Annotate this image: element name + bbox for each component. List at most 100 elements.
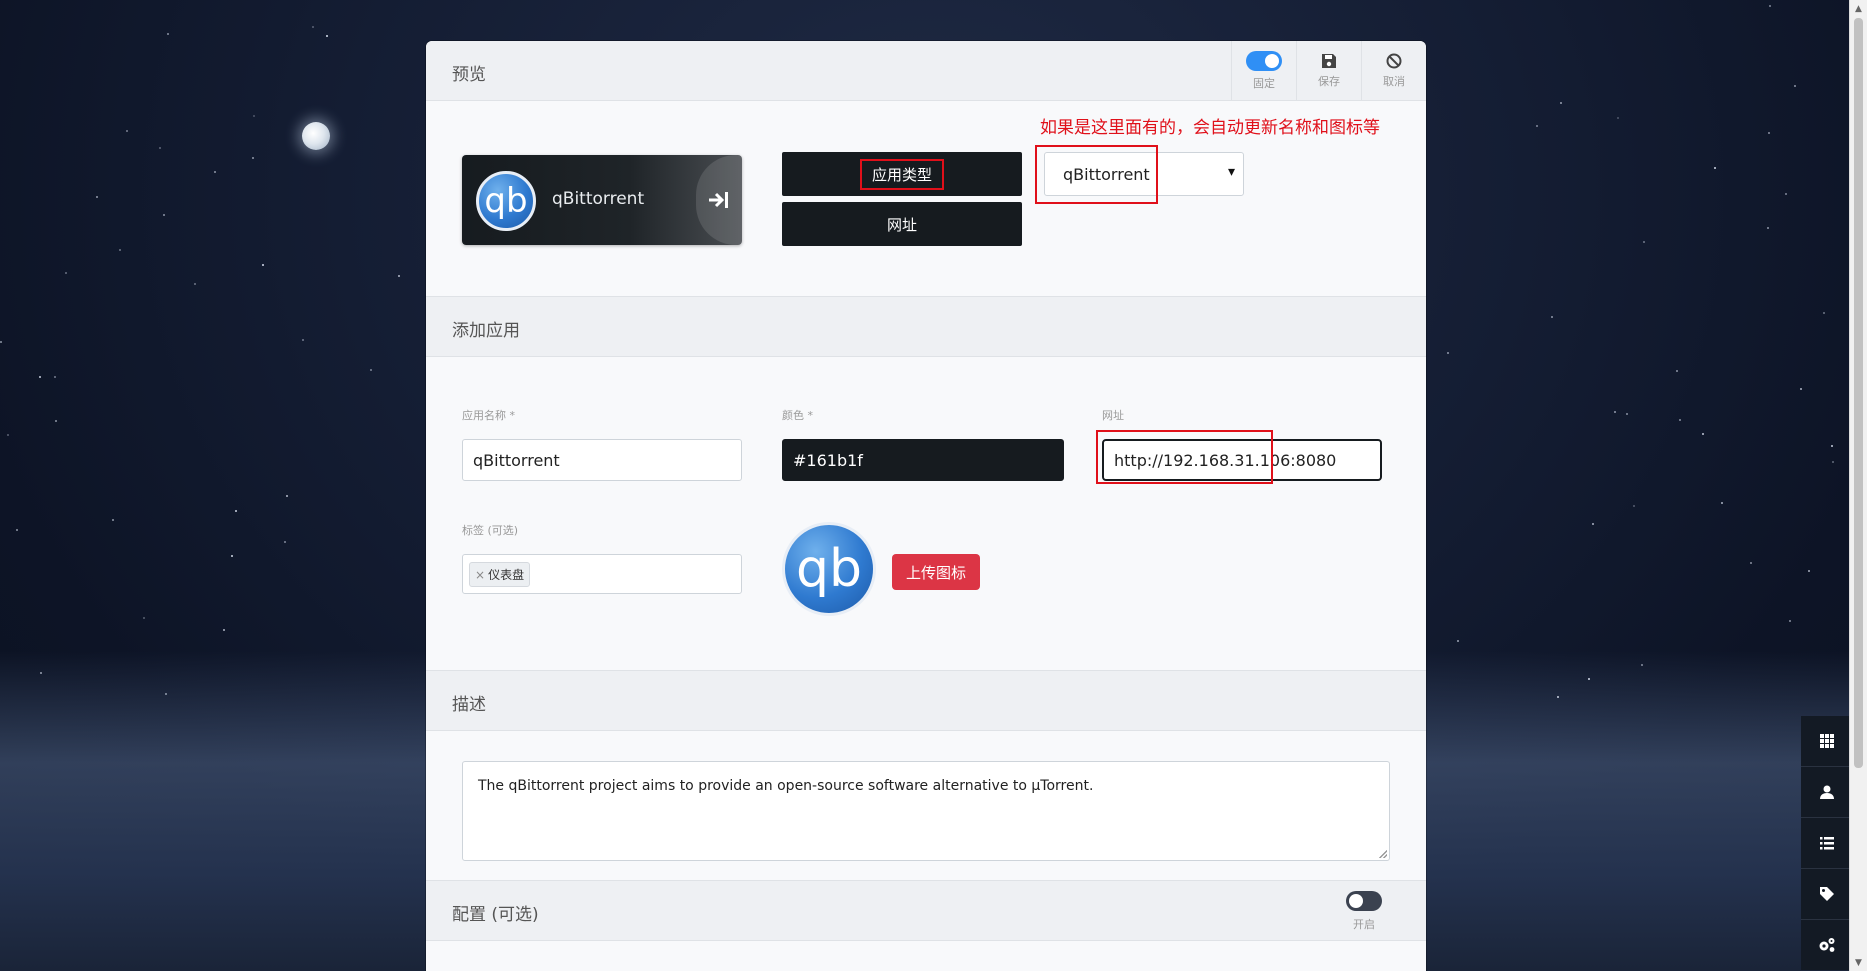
config-toggle[interactable]: 开启 xyxy=(1346,891,1382,932)
star-dot xyxy=(1625,412,1628,415)
config-title: 配置 (可选) xyxy=(452,905,539,925)
star-dot xyxy=(301,339,304,342)
star-dot xyxy=(1632,505,1635,508)
star-dot xyxy=(1808,570,1811,573)
star-dot xyxy=(285,494,288,497)
url-button[interactable]: 网址 xyxy=(782,202,1022,246)
star-dot xyxy=(1551,315,1554,318)
add-app-title: 添加应用 xyxy=(452,321,520,341)
cancel-button[interactable]: 取消 xyxy=(1361,41,1426,100)
star-dot xyxy=(1617,117,1620,119)
star-dot xyxy=(1769,4,1772,7)
star-dot xyxy=(1767,227,1770,230)
star-dot xyxy=(39,671,42,674)
star-dot xyxy=(1823,311,1826,314)
chevron-down-icon: ▾ xyxy=(1227,164,1235,180)
star-dot xyxy=(1831,444,1834,447)
star-dot xyxy=(0,341,3,344)
star-dot xyxy=(1447,351,1450,354)
star-dot xyxy=(1789,620,1792,623)
app-name-input[interactable]: qBittorrent xyxy=(462,439,742,481)
page-scrollbar[interactable]: ▲ ▼ xyxy=(1849,0,1867,971)
star-dot xyxy=(1721,501,1723,504)
resize-handle-icon[interactable] xyxy=(1379,850,1387,858)
side-menu-settings[interactable] xyxy=(1801,920,1852,970)
cancel-label: 取消 xyxy=(1383,74,1405,88)
app-preview-name: qBittorrent xyxy=(552,189,645,209)
annotation-box-select xyxy=(1035,145,1158,204)
pin-toggle-icon[interactable] xyxy=(1246,50,1282,71)
tags-input[interactable]: × 仪表盘 xyxy=(462,554,742,594)
preview-title: 预览 xyxy=(452,65,486,85)
description-text: The qBittorrent project aims to provide … xyxy=(478,778,1094,794)
save-label: 保存 xyxy=(1318,74,1340,88)
star-dot xyxy=(65,272,68,275)
config-toggle-icon[interactable] xyxy=(1346,891,1382,911)
app-icon-preview: qb xyxy=(782,522,876,616)
star-dot xyxy=(1832,461,1835,464)
star-dot xyxy=(398,275,401,278)
grid-icon xyxy=(1819,734,1834,748)
star-dot xyxy=(96,195,99,198)
moon-decoration xyxy=(302,122,330,150)
star-dot xyxy=(6,433,9,436)
star-dot xyxy=(15,529,18,532)
star-dot xyxy=(54,420,57,423)
app-type-button[interactable]: 应用类型 xyxy=(782,152,1022,196)
star-dot xyxy=(193,283,196,286)
config-header: 配置 (可选) 开启 xyxy=(426,880,1426,941)
tag-chip[interactable]: × 仪表盘 xyxy=(469,562,531,587)
scroll-up-icon[interactable]: ▲ xyxy=(1850,0,1867,17)
side-menu xyxy=(1801,716,1852,970)
config-toggle-label: 开启 xyxy=(1353,918,1375,931)
star-dot xyxy=(38,375,41,378)
star-dot xyxy=(166,33,169,36)
star-dot xyxy=(1799,388,1802,391)
description-textarea[interactable]: The qBittorrent project aims to provide … xyxy=(462,761,1390,861)
remove-tag-icon[interactable]: × xyxy=(475,568,485,582)
open-app-icon[interactable] xyxy=(696,155,742,245)
star-dot xyxy=(252,115,255,118)
color-input[interactable]: #161b1f xyxy=(782,439,1064,481)
star-dot xyxy=(222,629,225,632)
upload-icon-button[interactable]: 上传图标 xyxy=(892,554,980,590)
add-app-header: 添加应用 xyxy=(426,296,1426,357)
star-dot xyxy=(112,519,115,522)
star-dot xyxy=(325,35,328,38)
side-menu-apps[interactable] xyxy=(1801,716,1852,767)
preview-header: 预览 固定 保存 取消 xyxy=(426,41,1426,101)
page: { "preview": { "title": "预览", "pin_label… xyxy=(0,0,1867,971)
star-dot xyxy=(126,130,129,133)
save-icon xyxy=(1322,53,1336,68)
star-dot xyxy=(53,375,56,378)
arrow-right-to-bracket-icon xyxy=(709,192,728,208)
star-dot xyxy=(142,616,145,619)
tags-label: 标签 (可选) xyxy=(462,524,519,537)
scroll-down-icon[interactable]: ▼ xyxy=(1850,954,1867,971)
star-dot xyxy=(1750,561,1753,564)
qbittorrent-logo: qb xyxy=(476,171,536,231)
side-menu-tags[interactable] xyxy=(1801,869,1852,920)
star-dot xyxy=(1591,523,1594,526)
ban-icon xyxy=(1386,53,1402,68)
scrollbar-thumb[interactable] xyxy=(1854,18,1863,768)
preview-toolbar: 固定 保存 取消 xyxy=(1231,41,1426,100)
app-preview-card[interactable]: qb qBittorrent xyxy=(462,155,742,245)
star-dot xyxy=(284,540,287,543)
star-dot xyxy=(261,264,264,267)
star-dot xyxy=(312,26,315,29)
star-dot xyxy=(1794,84,1797,87)
app-name-label: 应用名称 * xyxy=(462,409,515,422)
annotation-note: 如果是这里面有的，会自动更新名称和图标等 xyxy=(1040,118,1380,138)
pin-label: 固定 xyxy=(1253,76,1275,90)
tag-icon xyxy=(1819,887,1834,901)
star-dot xyxy=(370,369,373,372)
save-button[interactable]: 保存 xyxy=(1296,41,1361,100)
pin-toggle-button[interactable]: 固定 xyxy=(1231,41,1296,100)
side-menu-user[interactable] xyxy=(1801,767,1852,818)
star-dot xyxy=(1702,433,1705,436)
star-dot xyxy=(1587,677,1590,680)
star-dot xyxy=(1713,167,1716,170)
side-menu-list[interactable] xyxy=(1801,818,1852,869)
star-dot xyxy=(231,555,234,558)
